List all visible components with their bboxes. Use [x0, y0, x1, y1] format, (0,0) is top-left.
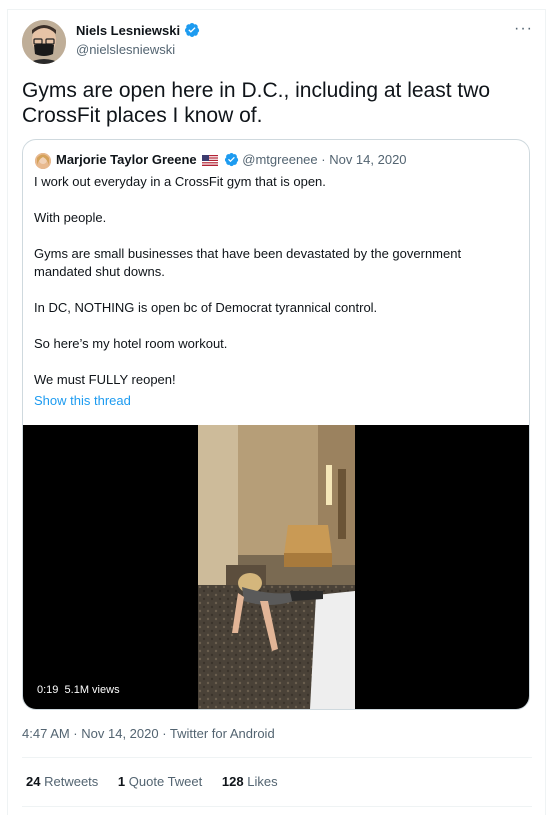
quote-tweets-stat[interactable]: 1 Quote Tweet — [118, 774, 202, 789]
video-views: 5.1M views — [64, 684, 120, 696]
divider — [22, 757, 532, 758]
divider — [22, 806, 532, 807]
quoted-separator: · — [317, 152, 330, 167]
quoted-verified-badge-icon — [224, 152, 239, 170]
tweet-timestamp[interactable]: 4:47 AM · Nov 14, 2020 · Twitter for And… — [22, 726, 275, 741]
retweets-stat[interactable]: 24 Retweets — [26, 774, 98, 789]
tweet-text: Gyms are open here in D.C., including at… — [22, 79, 491, 127]
video-player[interactable]: 0:19 5.1M views — [23, 425, 529, 709]
show-thread-link[interactable]: Show this thread — [34, 393, 131, 408]
quoted-author-name[interactable]: Marjorie Taylor Greene — [56, 152, 197, 167]
us-flag-icon — [201, 154, 218, 169]
quoted-paragraph: With people. — [34, 210, 107, 225]
quoted-paragraph: Gyms are small businesses that have been… — [34, 246, 462, 279]
quoted-date[interactable]: Nov 14, 2020 — [329, 152, 406, 167]
verified-badge-icon — [184, 22, 200, 41]
quoted-author-avatar — [35, 153, 51, 169]
likes-stat[interactable]: 128 Likes — [222, 774, 278, 789]
quoted-tweet[interactable]: Marjorie Taylor Greene @mtgreenee · Nov … — [22, 139, 530, 710]
author-avatar[interactable] — [22, 20, 66, 64]
quoted-handle[interactable]: @mtgreenee — [242, 152, 317, 167]
engagement-stats: 24 Retweets 1 Quote Tweet 128 Likes — [26, 774, 294, 789]
quoted-paragraph: I work out everyday in a CrossFit gym th… — [34, 174, 326, 189]
quoted-paragraph: So here’s my hotel room workout. — [34, 336, 228, 351]
quoted-paragraph: We must FULLY reopen! — [34, 372, 176, 387]
video-stats: 0:19 5.1M views — [37, 684, 120, 696]
quoted-text: I work out everyday in a CrossFit gym th… — [34, 173, 520, 407]
author-handle[interactable]: @nielslesniewski — [76, 42, 175, 57]
author-name[interactable]: Niels Lesniewski — [76, 22, 200, 41]
quoted-header: Marjorie Taylor Greene @mtgreenee · Nov … — [56, 152, 407, 170]
more-options-icon[interactable]: ··· — [514, 20, 532, 40]
quoted-paragraph: In DC, NOTHING is open bc of Democrat ty… — [34, 300, 378, 315]
video-duration: 0:19 — [37, 684, 59, 696]
video-frame — [198, 425, 355, 709]
